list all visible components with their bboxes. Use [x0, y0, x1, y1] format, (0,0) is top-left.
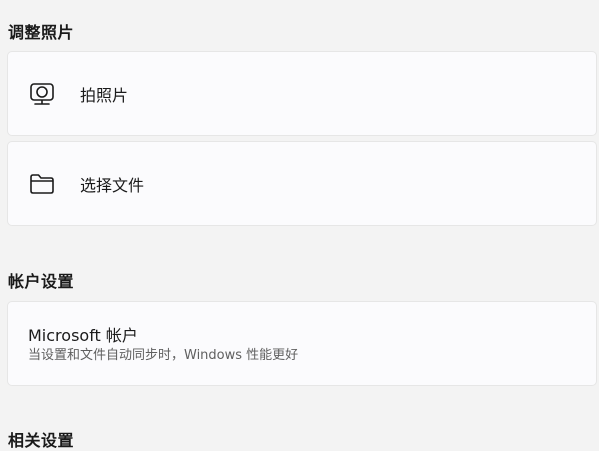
choose-file-card[interactable]: 选择文件: [7, 141, 597, 226]
microsoft-account-description: 当设置和文件自动同步时，Windows 性能更好: [28, 348, 299, 363]
microsoft-account-title: Microsoft 帐户: [28, 326, 138, 345]
camera-icon: [29, 81, 55, 107]
choose-file-label: 选择文件: [80, 175, 145, 195]
microsoft-account-card[interactable]: Microsoft 帐户 当设置和文件自动同步时，Windows 性能更好: [7, 301, 597, 386]
section-title-account-settings: 帐户设置: [8, 272, 75, 291]
section-title-adjust-photo: 调整照片: [8, 23, 75, 42]
choose-file-row[interactable]: 选择文件: [8, 142, 596, 225]
take-photo-row[interactable]: 拍照片: [8, 52, 596, 135]
folder-icon: [29, 171, 55, 197]
take-photo-card[interactable]: 拍照片: [7, 51, 597, 136]
take-photo-label: 拍照片: [80, 85, 129, 105]
microsoft-account-text: Microsoft 帐户 当设置和文件自动同步时，Windows 性能更好: [28, 326, 298, 365]
section-title-related-settings: 相关设置: [8, 431, 75, 450]
